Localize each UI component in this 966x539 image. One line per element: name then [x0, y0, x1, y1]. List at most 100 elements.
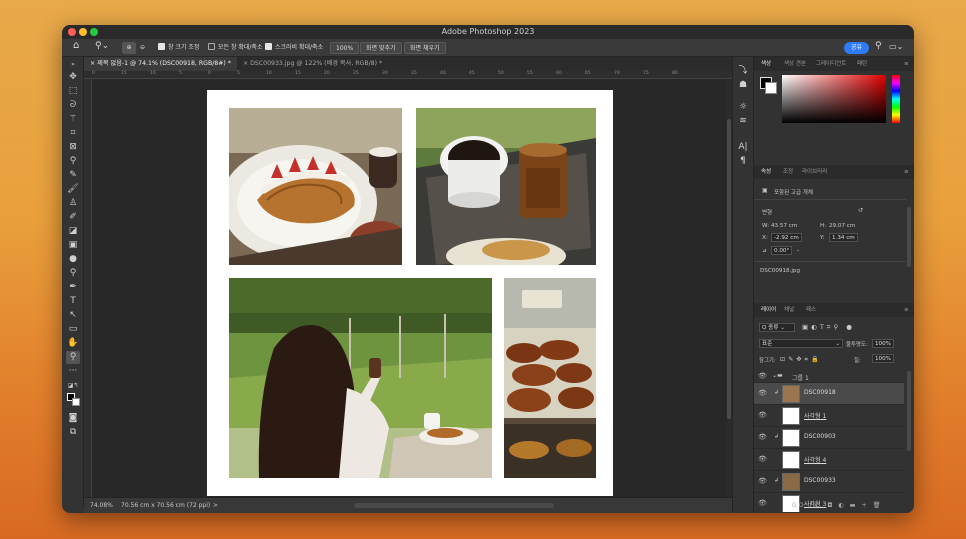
character-panel-icon[interactable]: A| [736, 141, 750, 154]
visibility-eye-icon[interactable]: 👁 [758, 477, 767, 485]
photo-croissant[interactable] [229, 108, 402, 265]
frame-tool-icon[interactable]: ⊠ [66, 141, 80, 154]
tab-patterns[interactable]: 패턴 [857, 57, 867, 71]
x-field[interactable]: -2.92 cm [771, 233, 802, 242]
layer-rect-1[interactable]: 👁 사각형 1 [754, 405, 904, 427]
minimize-window-button[interactable] [79, 28, 87, 36]
reset-transform-icon[interactable]: ↺ [858, 207, 863, 214]
panel-menu-icon[interactable]: ≡ [904, 57, 909, 71]
actions-panel-icon[interactable]: ☗ [736, 79, 750, 92]
layers-scrollbar[interactable] [907, 371, 911, 451]
type-tool-icon[interactable]: T [66, 295, 80, 308]
crop-tool-icon[interactable]: ⌗ [66, 127, 80, 140]
visibility-eye-icon[interactable]: 👁 [758, 499, 767, 507]
tab-close-icon[interactable]: × [90, 60, 95, 67]
y-field[interactable]: 1.34 cm [829, 233, 858, 242]
panel-menu-icon[interactable]: ≡ [904, 165, 909, 179]
visibility-eye-icon[interactable]: 👁 [758, 433, 767, 441]
w-value[interactable]: 43.57 cm [771, 223, 797, 229]
layer-dsc00933[interactable]: 👁 ↲ DSC00933 [754, 471, 904, 493]
hand-tool-icon[interactable]: ✋ [66, 337, 80, 350]
scrubby-zoom-checkbox[interactable]: 스크러비 확대/축소 [265, 42, 323, 54]
layer-kind-filter[interactable]: Q 종류 ⌄ [759, 323, 795, 332]
screen-mode-icon[interactable]: ⧉ [66, 426, 80, 439]
panel-menu-icon[interactable]: ≡ [904, 303, 909, 317]
paragraph-panel-icon[interactable]: ¶ [736, 155, 750, 168]
status-zoom[interactable]: 74.08% [90, 502, 113, 509]
resize-windows-checkbox[interactable]: 창 크기 조정 [158, 42, 199, 54]
tab-gradients[interactable]: 그레이디언트 [816, 57, 846, 71]
more-tools-icon[interactable]: ··· [66, 365, 80, 378]
photo-woman-cafe[interactable] [229, 278, 492, 478]
angle-dropdown-icon[interactable]: ⌄ [796, 247, 800, 253]
layer-filter-icons[interactable]: ▣◐T⌗⚲ ● [802, 323, 855, 332]
share-button[interactable]: 공유 [844, 42, 870, 54]
libraries-panel-icon[interactable]: ≋ [736, 115, 750, 128]
toolbar-collapse-icon[interactable]: » [66, 58, 80, 71]
lasso-tool-icon[interactable]: ᘐ [66, 99, 80, 112]
brush-tool-icon[interactable]: 🖌 [66, 183, 80, 196]
tab-properties[interactable]: 속성 [761, 165, 771, 179]
tab-swatches[interactable]: 색상 견본 [784, 57, 806, 71]
dodge-tool-icon[interactable]: ⚲ [66, 267, 80, 280]
default-colors-icon[interactable]: ◪↰ [66, 379, 80, 392]
marquee-tool-icon[interactable]: ⬚ [66, 85, 80, 98]
layers-footer-icons[interactable]: GO fx. ◘ ◐ ▬ + 🗑 [792, 501, 882, 509]
adjust-panel-icon[interactable]: ☼ [736, 101, 750, 114]
eraser-tool-icon[interactable]: ◪ [66, 225, 80, 238]
history-brush-icon[interactable]: ✐ [66, 211, 80, 224]
status-menu-arrow[interactable]: > [213, 502, 218, 509]
layer-dsc00903[interactable]: 👁 ↲ DSC00903 [754, 427, 904, 449]
tab-dsc00933[interactable]: × DSC00933.jpg @ 122% (배경 복사, RGB/8) * [237, 57, 417, 71]
document-canvas[interactable] [207, 90, 613, 496]
zoom-tool-icon-active[interactable]: ⚲ [66, 351, 80, 364]
home-icon[interactable]: ⌂ [73, 40, 79, 52]
background-color-swatch[interactable] [72, 398, 80, 406]
blend-mode-select[interactable]: 표준 ⌄ [759, 339, 843, 348]
zoom-tool-icon[interactable]: ⚲⌄ [95, 40, 109, 52]
opacity-field[interactable]: 100% [872, 339, 894, 348]
visibility-eye-icon[interactable]: 👁 [758, 372, 767, 380]
healing-brush-icon[interactable]: ✎ [66, 169, 80, 182]
visibility-eye-icon[interactable]: 👁 [758, 455, 767, 463]
history-panel-icon[interactable]: ⤵ [736, 65, 750, 78]
tab-adjustments[interactable]: 조정 [783, 165, 793, 179]
color-field[interactable] [782, 75, 886, 123]
rectangle-tool-icon[interactable]: ▭ [66, 323, 80, 336]
zoom-100-button[interactable]: 100% [330, 42, 360, 54]
angle-field[interactable]: 0.00° [771, 246, 793, 255]
lock-icons[interactable]: ⊡✎✥⌗🔒 [780, 355, 822, 364]
gradient-tool-icon[interactable]: ▣ [66, 239, 80, 252]
photo-bread-display[interactable] [504, 278, 596, 478]
eyedropper-icon[interactable]: ⚲ [66, 155, 80, 168]
tab-channels[interactable]: 채널 [784, 303, 794, 317]
quick-mask-icon[interactable]: ◙ [66, 412, 80, 425]
tab-libraries[interactable]: 라이브러리 [802, 165, 827, 179]
zoom-out-icon[interactable]: ⊖ [140, 42, 145, 54]
layer-group-1[interactable]: 👁 ⌄▬ 그룹 1 [754, 369, 904, 383]
tab-close-icon[interactable]: × [243, 60, 248, 67]
bg-color-chip[interactable] [765, 82, 777, 94]
horizontal-scrollbar[interactable] [354, 503, 554, 508]
layer-rect-4[interactable]: 👁 사각형 4 [754, 449, 904, 471]
tab-color[interactable]: 색상 [761, 57, 771, 71]
properties-scrollbar[interactable] [907, 207, 911, 267]
close-window-button[interactable] [68, 28, 76, 36]
fit-screen-button[interactable]: 화면 맞추기 [360, 42, 402, 54]
visibility-eye-icon[interactable]: 👁 [758, 389, 767, 397]
zoom-all-windows-checkbox[interactable]: 모든 창 확대/축소 [208, 42, 262, 54]
tab-untitled-1[interactable]: × 제목 없음-1 @ 74.1% (DSC00918, RGB/8#) * [84, 57, 237, 71]
workspace-icon[interactable]: ▭⌄ [889, 41, 903, 53]
hue-slider[interactable] [892, 75, 900, 123]
layer-dsc00918[interactable]: 👁 ↲ DSC00918 [754, 383, 904, 405]
move-tool-icon[interactable]: ✥ [66, 71, 80, 84]
stamp-tool-icon[interactable]: ♙ [66, 197, 80, 210]
pen-tool-icon[interactable]: ✒ [66, 281, 80, 294]
zoom-window-button[interactable] [90, 28, 98, 36]
tab-paths[interactable]: 패스 [806, 303, 816, 317]
visibility-eye-icon[interactable]: 👁 [758, 411, 767, 419]
zoom-in-icon[interactable]: ⊕ [122, 42, 136, 54]
search-icon[interactable]: ⚲ [875, 40, 882, 52]
fill-screen-button[interactable]: 화면 채우기 [404, 42, 446, 54]
blur-tool-icon[interactable]: ● [66, 253, 80, 266]
